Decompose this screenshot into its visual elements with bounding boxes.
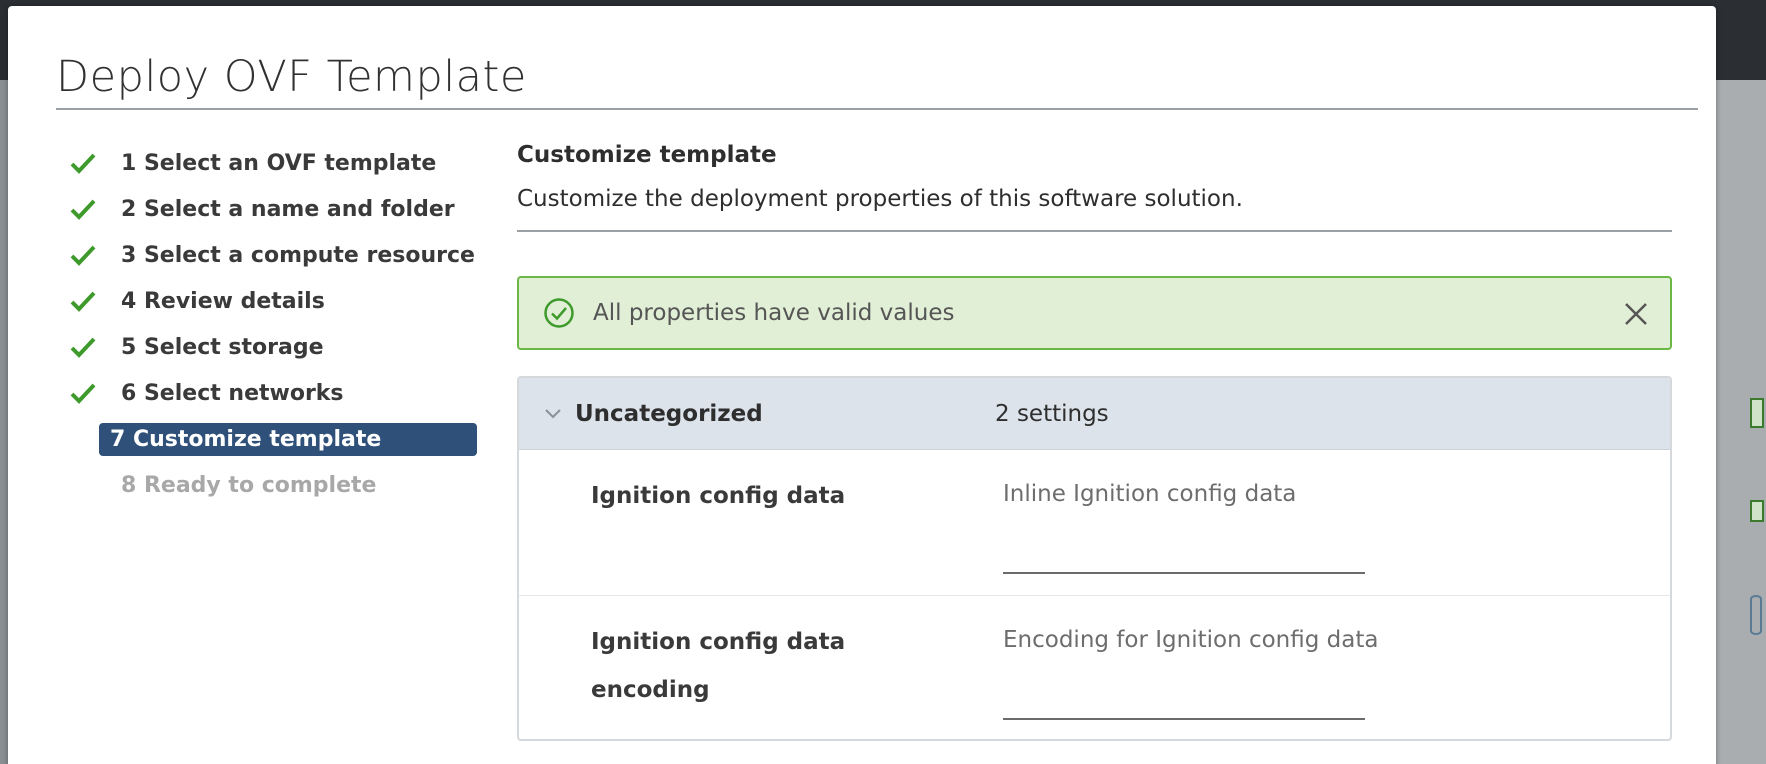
wizard-step-label: 2 Select a name and folder	[121, 196, 455, 222]
wizard-step-6[interactable]: 6 Select networks	[70, 370, 490, 416]
wizard-step-label: 1 Select an OVF template	[121, 150, 437, 176]
wizard-step-label: 7 Customize template	[99, 422, 477, 456]
background-app-panel	[1716, 80, 1766, 764]
checkmark-icon	[70, 290, 110, 312]
ignition-config-encoding-input[interactable]	[1003, 686, 1365, 720]
dialog-title: Deploy OVF Template	[56, 52, 527, 102]
section-divider	[517, 230, 1672, 232]
check-circle-icon	[544, 298, 574, 328]
group-header-row[interactable]: Uncategorized 2 settings	[519, 378, 1670, 450]
vm-icon	[1750, 398, 1764, 428]
property-name: Ignition config data	[591, 483, 846, 509]
vm-icon	[1750, 500, 1764, 522]
group-count: 2 settings	[995, 400, 1109, 427]
close-icon[interactable]	[1622, 300, 1650, 328]
wizard-step-label: 3 Select a compute resource	[121, 242, 475, 268]
property-row: Ignition config data encoding Encoding f…	[519, 596, 1670, 739]
wizard-step-5[interactable]: 5 Select storage	[70, 324, 490, 370]
wizard-step-3[interactable]: 3 Select a compute resource	[70, 232, 490, 278]
ignition-config-data-input[interactable]	[1003, 540, 1365, 574]
checkmark-icon	[70, 336, 110, 358]
group-name: Uncategorized	[575, 400, 763, 427]
property-description: Encoding for Ignition config data	[1003, 627, 1379, 653]
step-content: Customize template Customize the deploym…	[517, 142, 1672, 741]
chevron-down-icon[interactable]	[545, 408, 575, 419]
success-alert: All properties have valid values	[517, 276, 1672, 350]
section-title: Customize template	[517, 142, 777, 168]
property-row: Ignition config data Inline Ignition con…	[519, 450, 1670, 596]
title-divider	[56, 108, 1698, 110]
properties-table: Uncategorized 2 settings Ignition config…	[517, 376, 1672, 741]
wizard-step-2[interactable]: 2 Select a name and folder	[70, 186, 490, 232]
wizard-step-label: 6 Select networks	[121, 380, 344, 406]
section-description: Customize the deployment properties of t…	[517, 186, 1243, 212]
wizard-step-8: 8 Ready to complete	[70, 462, 490, 508]
wizard-step-1[interactable]: 1 Select an OVF template	[70, 140, 490, 186]
wizard-step-label: 5 Select storage	[121, 334, 324, 360]
wizard-steps: 1 Select an OVF template 2 Select a name…	[70, 140, 490, 508]
property-description: Inline Ignition config data	[1003, 481, 1297, 507]
alert-message: All properties have valid values	[593, 300, 955, 326]
checkmark-icon	[70, 244, 110, 266]
wizard-step-4[interactable]: 4 Review details	[70, 278, 490, 324]
checkmark-icon	[70, 382, 110, 404]
property-name: Ignition config data encoding	[591, 629, 846, 703]
wizard-step-label: 8 Ready to complete	[121, 472, 377, 498]
checkmark-icon	[70, 198, 110, 220]
wizard-step-7-active[interactable]: 7 Customize template	[70, 416, 490, 462]
datastore-icon	[1750, 595, 1762, 635]
deploy-ovf-dialog: Deploy OVF Template 1 Select an OVF temp…	[8, 6, 1716, 764]
wizard-step-label: 4 Review details	[121, 288, 325, 314]
checkmark-icon	[70, 152, 110, 174]
